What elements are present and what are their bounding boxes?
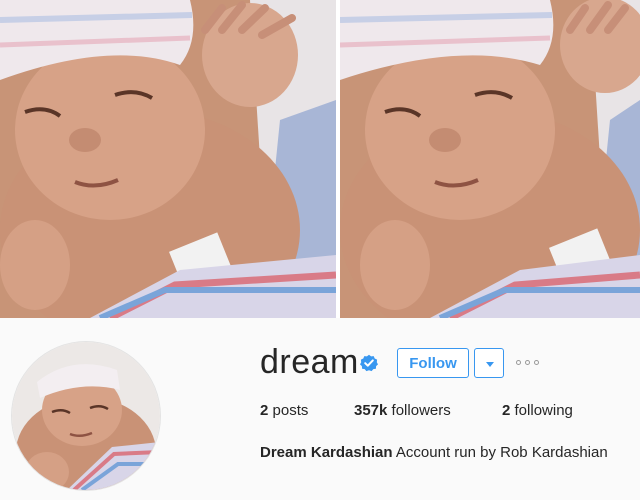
post-photo-1[interactable] (0, 0, 336, 318)
bio-full-name: Dream Kardashian (260, 444, 393, 461)
followers-count: 357k (354, 402, 388, 419)
dot (534, 360, 539, 365)
followers-stat[interactable]: 357k followers (354, 402, 451, 419)
more-options-icon[interactable] (516, 356, 544, 370)
chevron-down-icon (486, 362, 494, 367)
post-photo-2[interactable] (340, 0, 640, 318)
dot (516, 360, 521, 365)
dot (525, 360, 530, 365)
follow-button[interactable]: Follow (397, 348, 469, 378)
followers-label: followers (391, 402, 451, 419)
following-label: following (514, 402, 573, 419)
avatar[interactable] (12, 342, 160, 490)
following-count: 2 (502, 402, 511, 419)
profile-header: dream Follow 2 posts 357k followers 2 fo… (0, 318, 640, 500)
posts-label: posts (272, 402, 309, 419)
posts-count: 2 (260, 402, 269, 419)
username: dream (260, 343, 359, 381)
verified-badge-icon (360, 354, 378, 372)
following-stat[interactable]: 2 following (502, 402, 573, 419)
suggestions-dropdown-button[interactable] (474, 348, 504, 378)
photo-grid (0, 0, 640, 318)
profile-bio: Dream Kardashian Account run by Rob Kard… (260, 444, 608, 461)
posts-stat: 2 posts (260, 402, 308, 419)
bio-text: Account run by Rob Kardashian (395, 444, 608, 461)
